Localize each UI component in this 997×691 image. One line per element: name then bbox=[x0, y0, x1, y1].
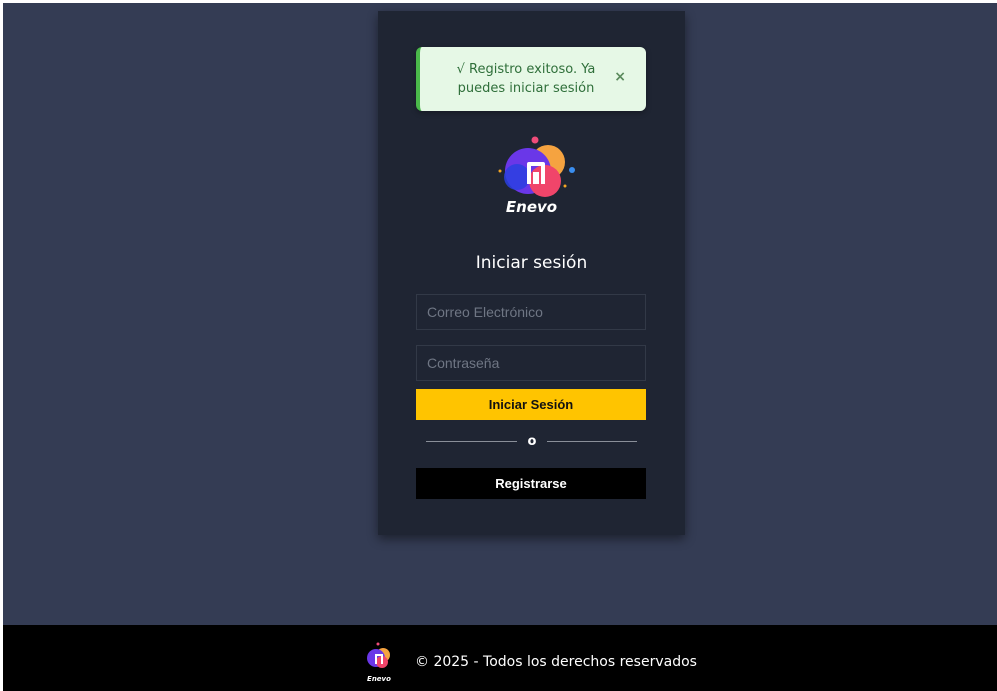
alert-message: √ Registro exitoso. Ya puedes iniciar se… bbox=[456, 62, 596, 96]
footer-logo-icon: Enevo bbox=[367, 642, 391, 683]
footer: Enevo © 2025 - Todos los derechos reserv… bbox=[3, 625, 997, 691]
success-alert: √ Registro exitoso. Ya puedes iniciar se… bbox=[416, 47, 646, 111]
login-card: √ Registro exitoso. Ya puedes iniciar se… bbox=[378, 11, 685, 535]
copyright-text: © 2025 - Todos los derechos reservados bbox=[415, 654, 697, 670]
login-title: Iniciar sesión bbox=[475, 253, 588, 273]
divider-line-left bbox=[426, 441, 517, 442]
email-input[interactable] bbox=[416, 294, 646, 330]
register-button[interactable]: Registrarse bbox=[416, 468, 646, 499]
svg-text:Enevo: Enevo bbox=[367, 675, 391, 683]
brand-name: Enevo bbox=[505, 198, 558, 216]
divider-line-right bbox=[547, 441, 637, 442]
page-background: √ Registro exitoso. Ya puedes iniciar se… bbox=[3, 3, 997, 691]
password-input[interactable] bbox=[416, 345, 646, 381]
close-icon[interactable]: × bbox=[614, 69, 626, 85]
divider-text: o bbox=[527, 434, 537, 449]
login-button[interactable]: Iniciar Sesión bbox=[416, 389, 646, 420]
